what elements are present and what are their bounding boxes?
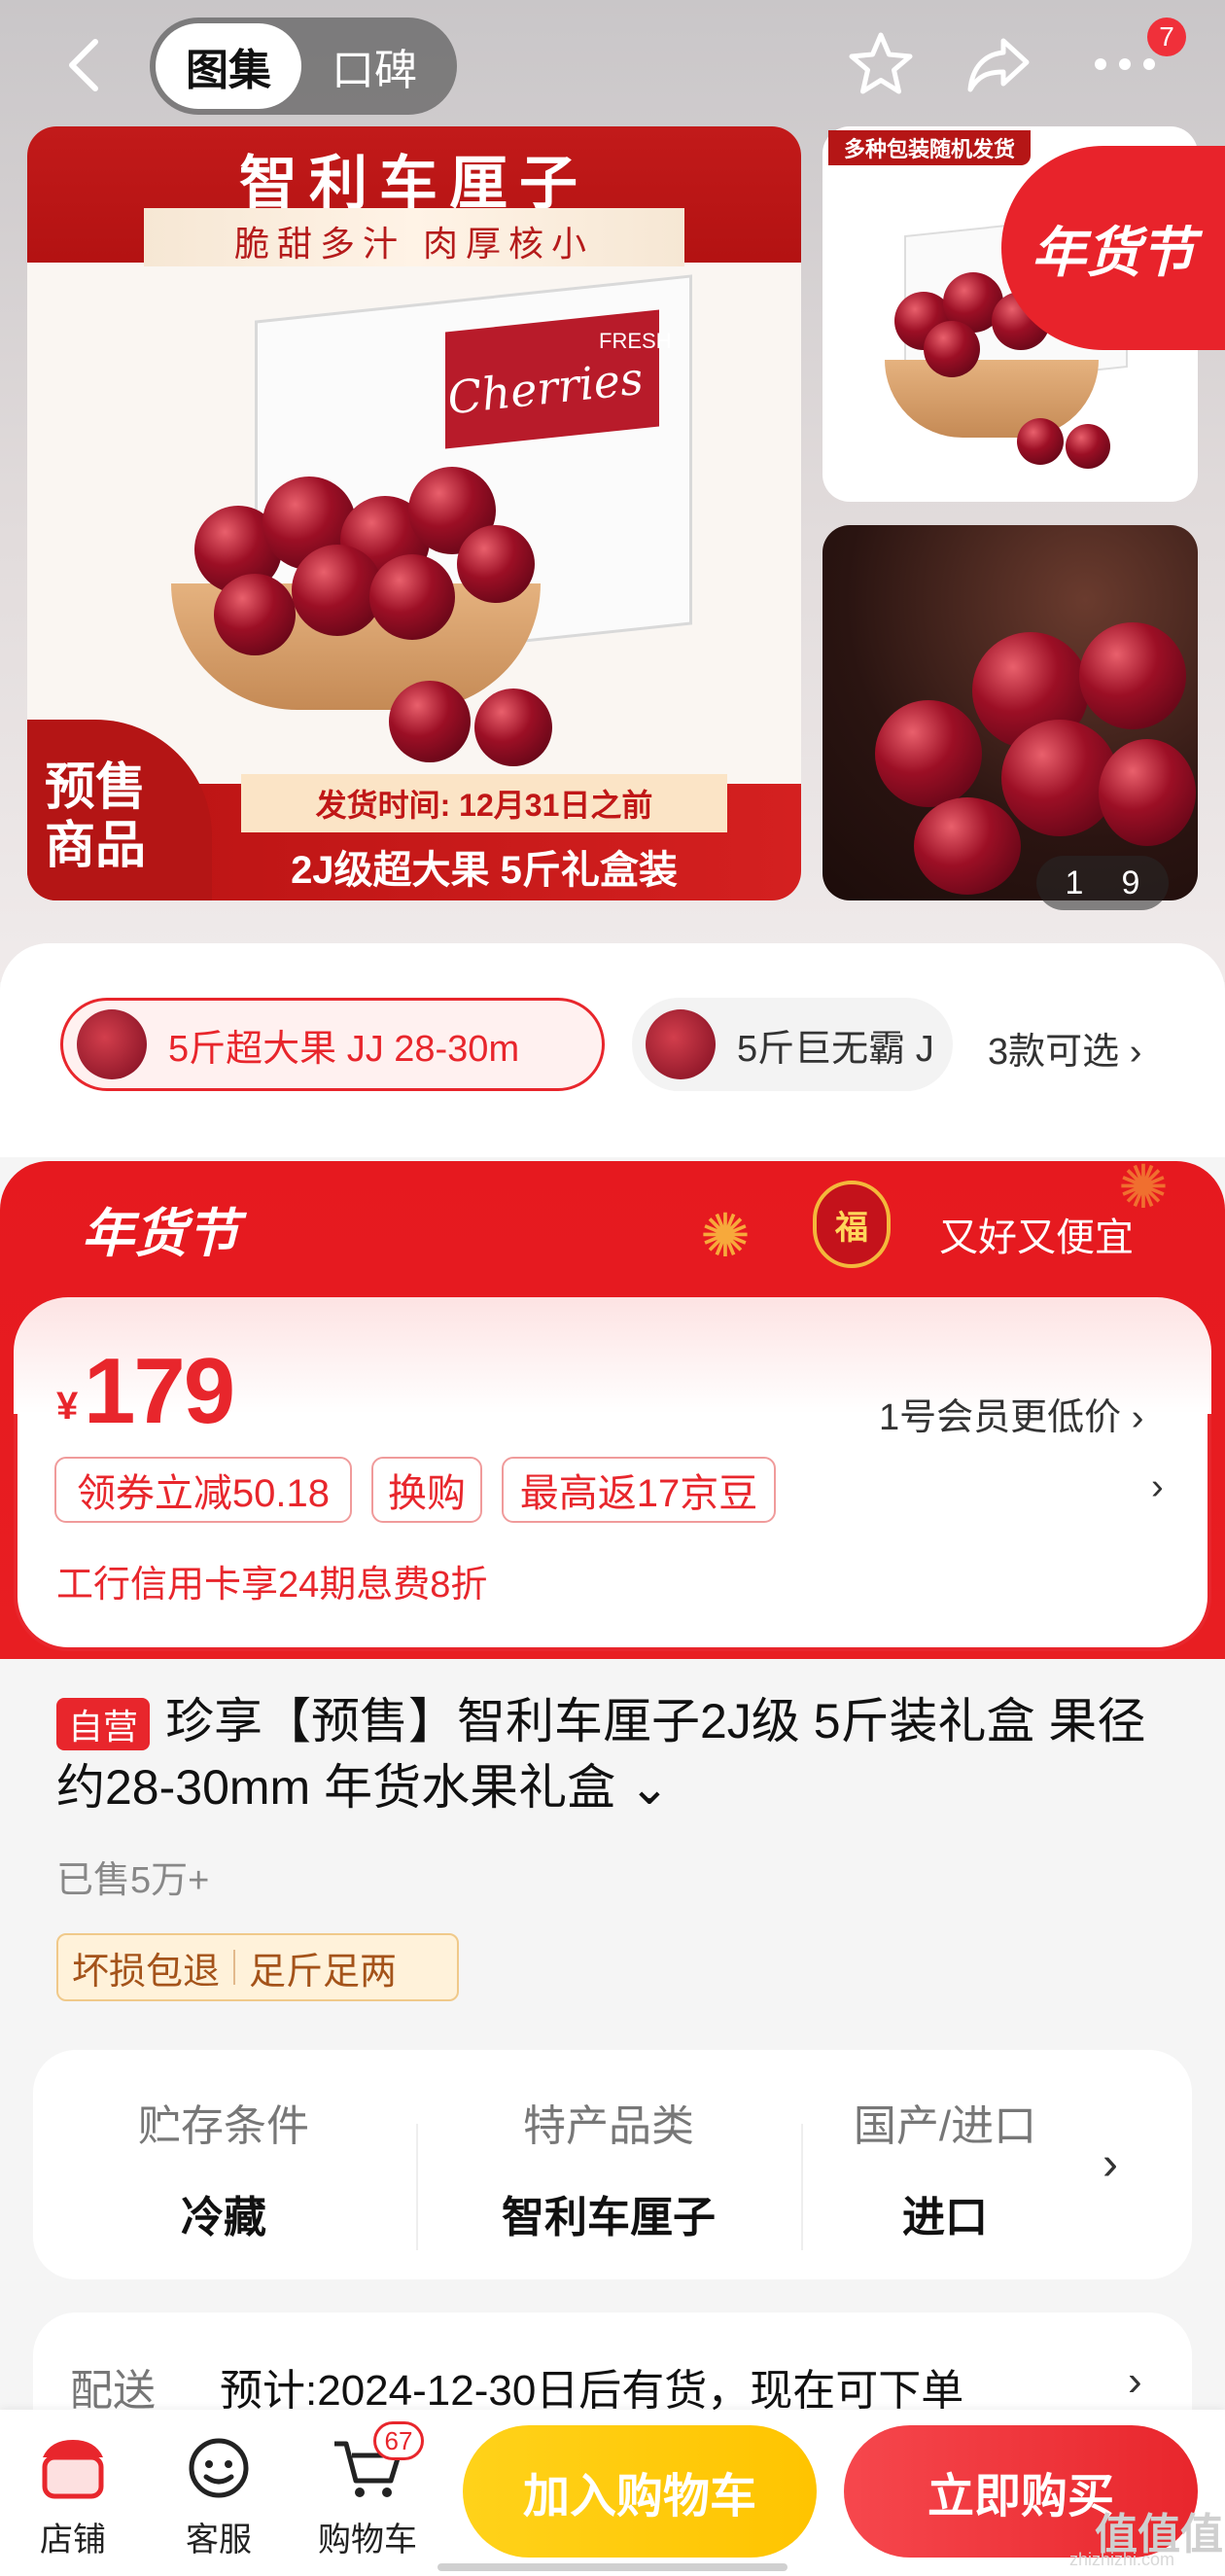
attribute-value: 进口 [902, 2194, 988, 2241]
attribute-divider [801, 2124, 803, 2250]
presale-line: 商品 [45, 818, 147, 874]
cherry-image [457, 525, 535, 603]
festival-logo: 年货节 [82, 1202, 239, 1264]
store-icon [19, 2429, 126, 2507]
box-fresh-text: FRESH [599, 329, 672, 353]
cherry-image [914, 797, 1021, 895]
tradein-tag[interactable]: 换购 [371, 1457, 482, 1523]
tab-gallery[interactable]: 图集 [156, 23, 301, 109]
customer-service-button[interactable]: 客服 [165, 2429, 272, 2560]
cherry-image [875, 700, 982, 807]
service-guarantees[interactable]: 坏损包退 足斤足两 [56, 1933, 459, 2001]
store-label: 店铺 [40, 2522, 106, 2558]
cherry-image [924, 321, 980, 377]
attribute-label: 特产品类 [523, 2102, 694, 2150]
variant-label: 5斤巨无霸 J [737, 1028, 934, 1070]
add-to-cart-button[interactable]: 加入购物车 [463, 2425, 817, 2558]
variant-thumbnail [646, 1009, 716, 1079]
promo-slogan: 又好又便宜 [939, 1217, 1134, 1259]
star-icon [849, 32, 913, 94]
cherry-image [1079, 622, 1186, 729]
cherry-image [369, 554, 455, 640]
share-button[interactable] [961, 25, 1038, 103]
bank-offer[interactable]: 工行信用卡享24期息费8折 [56, 1554, 487, 1607]
gallery-counter-total: 9 [1121, 864, 1140, 901]
cherry-image [1099, 739, 1196, 846]
promo-expand-arrow[interactable]: › [1151, 1466, 1164, 1508]
cart-count-badge: 67 [373, 2421, 424, 2460]
cherry-image [474, 688, 552, 766]
back-button[interactable] [56, 29, 111, 101]
notification-badge: 7 [1147, 18, 1186, 56]
packaging-note: 多种包装随机发货 [828, 130, 1031, 165]
service-icon [165, 2429, 272, 2507]
service-label: 客服 [186, 2522, 252, 2558]
back-icon [69, 39, 98, 91]
sold-count: 已售5万+ [56, 1860, 210, 1901]
delivery-estimate: 预计:2024-12-30日后有货，现在可下单 [220, 2367, 964, 2415]
variant-label: 5斤超大果 JJ 28-30m [168, 1028, 520, 1070]
attribute-storage: 贮存条件 冷藏 [58, 2091, 389, 2244]
firework-icon: ✺ [700, 1203, 751, 1270]
member-price-link[interactable]: 1号会员更低价 › [879, 1387, 1143, 1440]
currency-symbol: ¥ [56, 1385, 79, 1428]
variant-chip[interactable]: 5斤巨无霸 J [632, 998, 953, 1091]
tab-reviews[interactable]: 口碑 [301, 23, 447, 109]
attribute-label: 国产/进口 [853, 2102, 1037, 2150]
coupon-tag[interactable]: 领券立减50.18 [54, 1457, 352, 1523]
attribute-divider [416, 2124, 418, 2250]
service-item: 坏损包退 [72, 1951, 221, 1993]
cherry-image [214, 574, 296, 655]
price-value: 179 [84, 1339, 235, 1443]
favorite-button[interactable] [842, 25, 920, 103]
store-button[interactable]: 店铺 [19, 2429, 126, 2560]
cherry-image [1066, 424, 1110, 469]
more-variants-link[interactable]: 3款可选 › [988, 1021, 1141, 1075]
self-operated-badge: 自营 [56, 1698, 150, 1750]
banner-subtitle: 脆甜多汁 肉厚核小 [233, 224, 594, 264]
product-title[interactable]: 珍享【预售】智利车厘子2J级 5斤装礼盒 果径约28-30mm 年货水果礼盒 ⌄ [56, 1688, 1184, 1820]
cart-label: 购物车 [318, 2522, 417, 2558]
delivery-arrow[interactable]: › [1128, 2357, 1142, 2406]
delivery-label: 配送 [70, 2367, 156, 2415]
attribute-label: 贮存条件 [138, 2102, 309, 2150]
share-icon [967, 38, 1030, 92]
variant-chip-selected[interactable]: 5斤超大果 JJ 28-30m [60, 998, 605, 1091]
presale-line: 预售 [45, 759, 147, 816]
presale-label: 预售 商品 [45, 759, 200, 875]
attributes-arrow[interactable]: › [1102, 2137, 1118, 2191]
ship-time: 发货时间: 12月31日之前 [241, 774, 727, 832]
service-item: 足斤足两 [249, 1951, 398, 1993]
festival-ribbon: 年货节 [1001, 146, 1225, 350]
attribute-category: 特产品类 智利车厘子 [443, 2091, 774, 2244]
more-icon [1095, 58, 1155, 70]
home-indicator [438, 2563, 788, 2571]
view-tab-switch: 图集 口碑 [150, 18, 457, 115]
variant-thumbnail [77, 1009, 147, 1079]
attribute-value: 智利车厘子 [502, 2194, 716, 2241]
jingdou-tag[interactable]: 最高返17京豆 [502, 1457, 776, 1523]
gallery-counter-current: 1 [1065, 864, 1084, 901]
cherry-image [389, 681, 471, 762]
lantern-icon: 福 [813, 1181, 891, 1268]
attribute-origin: 国产/进口 进口 [828, 2091, 1062, 2244]
gift-spec: 2J级超大果 5斤礼盒装 [291, 849, 678, 892]
cherry-image [1017, 418, 1064, 465]
gallery-counter: 1 9 [1036, 856, 1169, 910]
attribute-value: 冷藏 [181, 2194, 266, 2241]
watermark-site: zhizhizhi.com [1069, 2550, 1175, 2569]
